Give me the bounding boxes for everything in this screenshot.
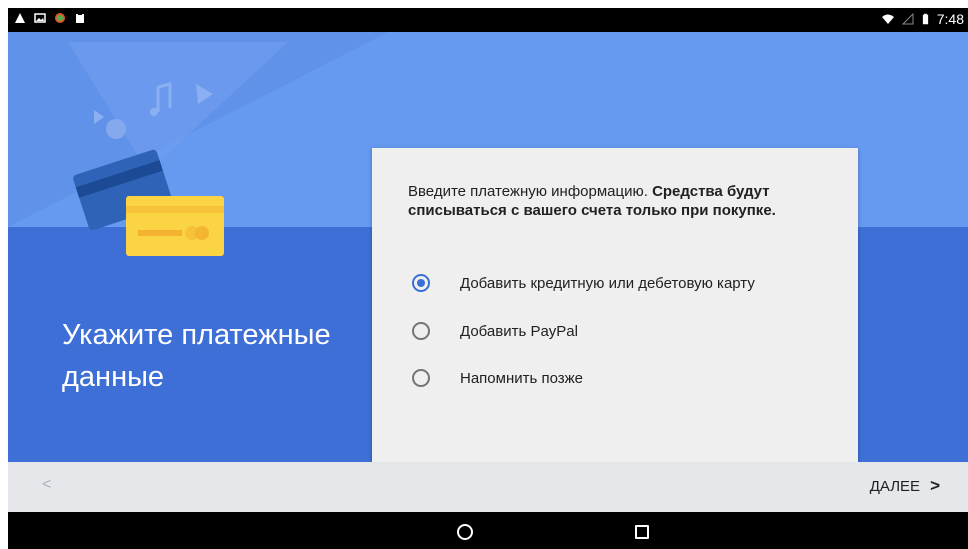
notification-icons — [14, 12, 86, 24]
back-chevron-icon: < — [42, 476, 52, 493]
image-icon — [34, 13, 46, 23]
option-label: Добавить кредитную или дебетовую карту — [460, 274, 755, 292]
description-text: Введите платежную информацию. — [408, 183, 653, 200]
option-remind-later[interactable]: Напомнить позже — [412, 363, 832, 393]
system-nav-bar — [8, 512, 968, 549]
app-icon — [55, 13, 65, 23]
option-label: Напомнить позже — [460, 369, 584, 387]
option-paypal[interactable]: Добавить PayPal — [412, 316, 832, 346]
page-headline: Укажите платежные данные — [62, 319, 331, 393]
payment-description: Введите платежную информацию. Средства б… — [408, 182, 838, 220]
signal-icon — [901, 13, 914, 25]
chevron-right-icon: > — [930, 476, 940, 495]
wifi-icon — [881, 14, 894, 24]
radio-selected[interactable] — [412, 274, 430, 292]
system-status: 7:48 — [881, 11, 964, 27]
yellow-card-icon — [126, 196, 224, 256]
payment-options-card: Введите платежную информацию. Средства б… — [372, 148, 858, 462]
setup-nav-bar: < ДАЛЕЕ > — [8, 462, 968, 512]
status-time: 7:48 — [936, 11, 964, 27]
battery-icon — [922, 13, 928, 25]
home-icon[interactable] — [457, 524, 473, 540]
warning-icon — [15, 13, 25, 23]
radio-unselected[interactable] — [412, 322, 430, 340]
option-label: Добавить PayPal — [460, 322, 578, 340]
recents-icon[interactable] — [635, 525, 649, 539]
next-button[interactable]: ДАЛЕЕ > — [870, 476, 940, 496]
clipboard-icon — [76, 13, 84, 23]
option-credit-card[interactable]: Добавить кредитную или дебетовую карту — [412, 268, 832, 298]
screen: 7:48 Укажите платежные данные Введите пл… — [8, 8, 968, 549]
next-button-label: ДАЛЕЕ — [869, 477, 921, 495]
status-bar: 7:48 — [8, 8, 968, 32]
radio-unselected[interactable] — [412, 369, 430, 387]
